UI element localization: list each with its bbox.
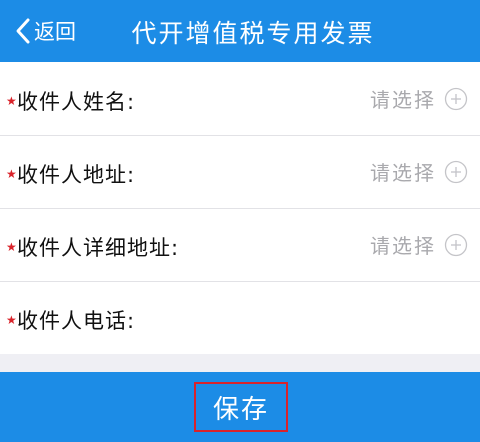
required-mark: ★ bbox=[6, 94, 17, 108]
recipient-address-label: 收件人地址: bbox=[17, 163, 136, 187]
app-header: 返回 代开增值税专用发票 bbox=[0, 0, 480, 62]
picker-placeholder: 请选择 bbox=[370, 234, 436, 258]
recipient-detail-address-row[interactable]: ★ 收件人详细地址: 请选择 bbox=[0, 208, 480, 281]
plus-circle-icon bbox=[444, 160, 468, 183]
required-mark: ★ bbox=[6, 313, 17, 327]
picker-placeholder: 请选择 bbox=[370, 161, 436, 185]
bottom-bar: 保存 bbox=[0, 372, 480, 442]
save-button[interactable]: 保存 bbox=[194, 382, 288, 432]
required-mark: ★ bbox=[6, 240, 17, 254]
recipient-name-row[interactable]: ★ 收件人姓名: 请选择 bbox=[0, 62, 480, 135]
required-mark: ★ bbox=[6, 167, 17, 181]
plus-circle-icon bbox=[444, 233, 468, 256]
plus-circle-icon bbox=[444, 87, 468, 110]
recipient-address-row[interactable]: ★ 收件人地址: 请选择 bbox=[0, 135, 480, 208]
recipient-phone-label: 收件人电话: bbox=[17, 309, 136, 333]
recipient-detail-address-picker[interactable]: 请选择 bbox=[370, 230, 468, 259]
picker-placeholder: 请选择 bbox=[370, 88, 436, 112]
recipient-form: ★ 收件人姓名: 请选择 ★ 收件人地址: 请选择 ★ 收件人详细地址: 请选择… bbox=[0, 62, 480, 354]
page-title: 代开增值税专用发票 bbox=[131, 19, 375, 48]
recipient-phone-row[interactable]: ★ 收件人电话: bbox=[0, 281, 480, 354]
recipient-name-label: 收件人姓名: bbox=[17, 90, 136, 114]
recipient-address-picker[interactable]: 请选择 bbox=[370, 157, 468, 186]
recipient-name-picker[interactable]: 请选择 bbox=[370, 84, 468, 113]
recipient-detail-address-label: 收件人详细地址: bbox=[17, 236, 180, 260]
